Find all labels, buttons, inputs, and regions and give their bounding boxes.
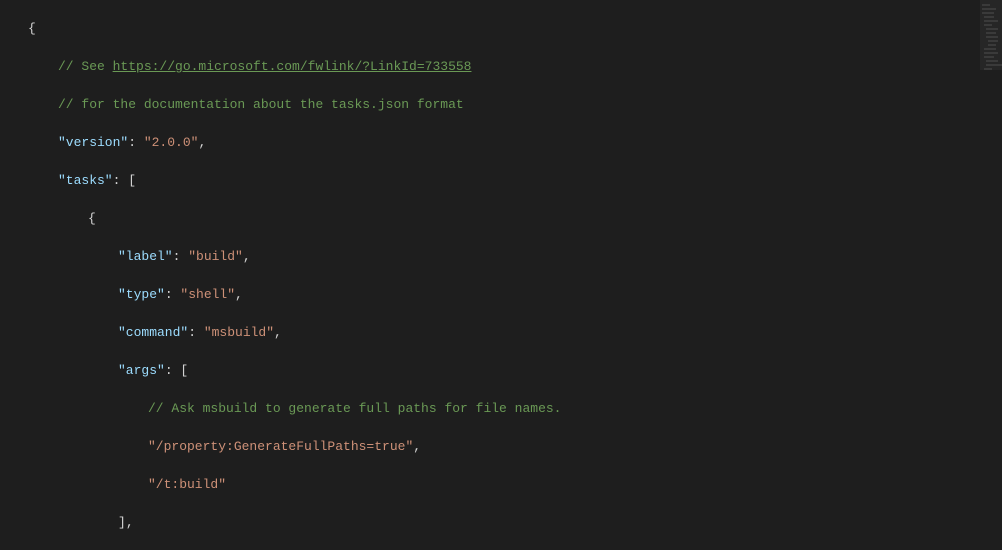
minimap-line xyxy=(988,40,998,42)
code-line[interactable]: "command": "msbuild", xyxy=(28,323,1002,342)
minimap-line xyxy=(986,64,1002,66)
json-string: "msbuild" xyxy=(204,325,274,340)
minimap-line xyxy=(984,56,994,58)
json-key: "version" xyxy=(58,135,128,150)
json-key: "args" xyxy=(118,363,165,378)
json-key: "label" xyxy=(118,249,173,264)
minimap-line xyxy=(986,36,998,38)
json-string: "2.0.0" xyxy=(144,135,199,150)
minimap-line xyxy=(984,16,994,18)
minimap-line xyxy=(988,44,996,46)
comment-text: // See xyxy=(58,59,113,74)
minimap-line xyxy=(984,68,992,70)
minimap[interactable] xyxy=(980,0,1002,550)
code-line[interactable]: "type": "shell", xyxy=(28,285,1002,304)
minimap-line xyxy=(986,28,998,30)
code-line[interactable]: "/t:build" xyxy=(28,475,1002,494)
json-key: "type" xyxy=(118,287,165,302)
json-key: "tasks" xyxy=(58,173,113,188)
url-link[interactable]: https://go.microsoft.com/fwlink/?LinkId=… xyxy=(113,59,472,74)
json-string: "build" xyxy=(188,249,243,264)
json-string: "shell" xyxy=(180,287,235,302)
minimap-line xyxy=(982,8,996,10)
minimap-line xyxy=(984,20,998,22)
code-line[interactable]: "args": [ xyxy=(28,361,1002,380)
minimap-line xyxy=(982,4,990,6)
minimap-line xyxy=(986,60,998,62)
minimap-line xyxy=(982,12,994,14)
minimap-line xyxy=(984,52,998,54)
json-string: "/property:GenerateFullPaths=true" xyxy=(148,439,413,454)
minimap-line xyxy=(984,24,992,26)
code-line[interactable]: { xyxy=(28,19,1002,38)
json-key: "command" xyxy=(118,325,188,340)
code-editor[interactable]: { // See https://go.microsoft.com/fwlink… xyxy=(0,0,1002,550)
minimap-line xyxy=(986,32,996,34)
comment-text: // for the documentation about the tasks… xyxy=(58,97,464,112)
code-line[interactable]: // for the documentation about the tasks… xyxy=(28,95,1002,114)
code-line[interactable]: // Ask msbuild to generate full paths fo… xyxy=(28,399,1002,418)
comment-text: // Ask msbuild to generate full paths fo… xyxy=(148,401,561,416)
code-line[interactable]: "label": "build", xyxy=(28,247,1002,266)
json-string: "/t:build" xyxy=(148,477,226,492)
minimap-line xyxy=(984,48,996,50)
code-line[interactable]: { xyxy=(28,209,1002,228)
code-line[interactable]: "version": "2.0.0", xyxy=(28,133,1002,152)
code-line[interactable]: "/property:GenerateFullPaths=true", xyxy=(28,437,1002,456)
code-line[interactable]: ], xyxy=(28,513,1002,532)
code-line[interactable]: // See https://go.microsoft.com/fwlink/?… xyxy=(28,57,1002,76)
code-line[interactable]: "tasks": [ xyxy=(28,171,1002,190)
